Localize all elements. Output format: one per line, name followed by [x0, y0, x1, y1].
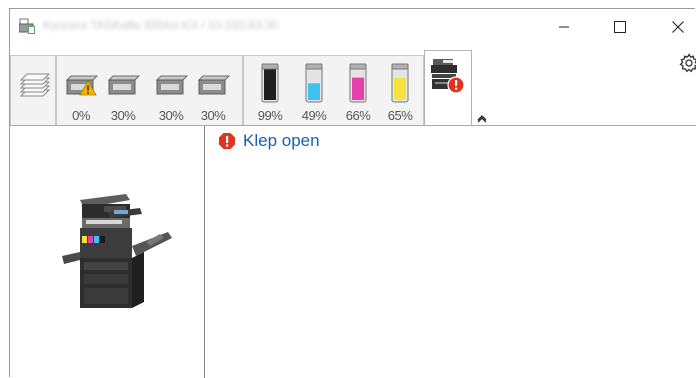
pane-divider [204, 126, 205, 378]
toner-black[interactable]: 99% [252, 56, 288, 126]
status-message-row: Klep open [218, 131, 320, 151]
paper-level-label: 30% [200, 108, 226, 123]
toner-level-label: 66% [345, 108, 371, 123]
status-message: Klep open [243, 131, 320, 150]
paper-level-label: 0% [72, 108, 90, 123]
paper-stack-icon [19, 73, 51, 97]
toner-cartridge-icon [261, 63, 279, 103]
toner-yellow[interactable]: 65% [382, 56, 418, 126]
toner-level-label: 49% [301, 108, 327, 123]
paper-tray-icon [107, 75, 141, 95]
paper-tray-icon [197, 75, 231, 95]
paper-tray-1[interactable]: 0% [63, 56, 99, 126]
device-image-pane [10, 126, 204, 378]
device-status-tab[interactable] [424, 50, 472, 126]
toner-level-label: 65% [387, 108, 413, 123]
paper-stack-tab[interactable] [10, 55, 56, 125]
printer-app-icon [19, 18, 35, 34]
minimize-icon [559, 26, 569, 28]
paper-level-label: 30% [110, 108, 136, 123]
paper-tray-3[interactable]: 30% [153, 56, 189, 126]
title-bar[interactable]: Kyocera TASKalfa 3554ci KX / 10.150.63.3… [10, 9, 696, 47]
maximize-icon [614, 21, 626, 33]
toner-cartridge-icon [391, 63, 409, 103]
close-icon [672, 21, 684, 33]
paper-tray-2[interactable]: 30% [105, 56, 141, 126]
paper-tray-icon [155, 75, 189, 95]
toner-cartridge-icon [305, 63, 323, 103]
toner-group: 99% 49% 66% 65% [243, 55, 424, 125]
paper-tray-4[interactable]: 30% [195, 56, 231, 126]
window-title: Kyocera TASKalfa 3554ci KX / 10.150.63.3… [43, 18, 279, 32]
close-button[interactable] [655, 9, 696, 45]
minimize-button[interactable] [541, 9, 587, 45]
toner-level-label: 99% [257, 108, 283, 123]
consumables-toolbar: 0% 30% 30% 30% 99% 49% 66% 65% [10, 47, 696, 126]
paper-tray-group: 0% 30% 30% 30% [56, 55, 243, 125]
chevron-up-icon[interactable] [476, 113, 488, 123]
status-monitor-window: Kyocera TASKalfa 3554ci KX / 10.150.63.3… [9, 8, 696, 378]
paper-level-label: 30% [158, 108, 184, 123]
printer-device-image [62, 194, 172, 308]
printer-error-icon [431, 59, 465, 94]
toner-magenta[interactable]: 66% [340, 56, 376, 126]
gear-icon[interactable] [679, 53, 696, 73]
warning-icon [79, 80, 97, 96]
maximize-button[interactable] [597, 9, 643, 45]
toner-cartridge-icon [349, 63, 367, 103]
error-icon [219, 133, 235, 149]
toner-cyan[interactable]: 49% [296, 56, 332, 126]
